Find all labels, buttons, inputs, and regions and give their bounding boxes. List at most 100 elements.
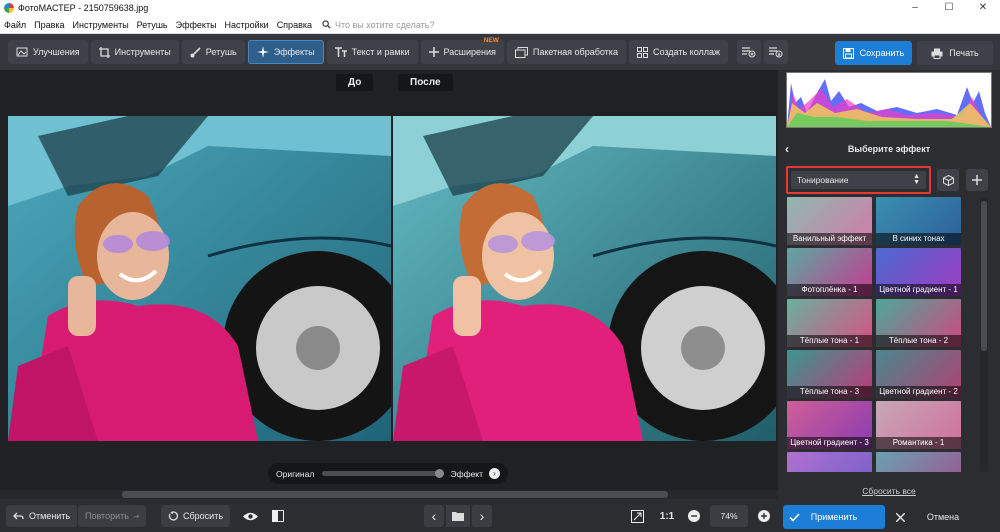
panel-title: Выберите эффект xyxy=(847,144,931,154)
tab-extensions[interactable]: NEW Расширения xyxy=(420,37,504,64)
before-photo xyxy=(8,116,391,441)
next-image-button[interactable]: › xyxy=(472,505,492,527)
effect-tile[interactable]: Ванильный эффект xyxy=(787,197,872,245)
bottom-bar: Отменить Повторить Сбросить ‹ › 1:1 74% xyxy=(0,500,778,532)
scrollbar-thumb[interactable] xyxy=(981,201,987,351)
effects-grid: Ванильный эффект В синих тонах Фотоплёнк… xyxy=(787,197,965,472)
fit-screen-button[interactable] xyxy=(627,505,647,527)
apply-label: Применить xyxy=(810,512,858,522)
undo-button[interactable]: Отменить xyxy=(6,505,78,527)
open-folder-button[interactable] xyxy=(446,505,470,527)
effect-label: Ванильный эффект xyxy=(787,233,872,245)
plus-icon xyxy=(428,47,439,57)
slider-right-label: Эффект xyxy=(450,468,483,479)
tab-collage[interactable]: Создать коллаж xyxy=(628,40,729,64)
tab-label: Эффекты xyxy=(273,47,315,57)
tab-enhancements[interactable]: Улучшения xyxy=(8,40,88,64)
tab-effects[interactable]: Эффекты xyxy=(247,40,324,64)
effect-tile[interactable]: Тёплые тона - 1 xyxy=(787,299,872,347)
menu-edit[interactable]: Правка xyxy=(34,20,64,30)
brush-icon xyxy=(190,46,201,57)
presets-add-button[interactable] xyxy=(737,40,762,64)
effect-label: Романтика - 1 xyxy=(876,437,961,449)
chevron-right-icon: › xyxy=(479,508,485,524)
text-icon xyxy=(334,47,347,57)
tab-retouch[interactable]: Ретушь xyxy=(181,40,245,64)
effect-label: Цветной градиент - 2 xyxy=(876,386,961,398)
zoom-out-button[interactable] xyxy=(686,505,702,527)
maximize-button[interactable]: ☐ xyxy=(932,0,966,16)
scrollbar-thumb[interactable] xyxy=(122,491,668,498)
redo-label: Повторить xyxy=(85,511,129,521)
prev-image-button[interactable]: ‹ xyxy=(424,505,444,527)
images-icon xyxy=(514,46,528,58)
menu-tools[interactable]: Инструменты xyxy=(73,20,129,30)
folder-icon xyxy=(452,512,464,521)
print-button[interactable]: Печать xyxy=(917,41,993,65)
window-title: ФотоМАСТЕР - 2150759638.jpg xyxy=(18,3,149,13)
effect-tile[interactable]: Цветной градиент - 2 xyxy=(876,350,961,398)
tab-tools[interactable]: Инструменты xyxy=(90,40,179,64)
slider-track[interactable] xyxy=(322,469,445,478)
menu-help[interactable]: Справка xyxy=(277,20,312,30)
presets-download-button[interactable] xyxy=(764,40,789,64)
redo-button[interactable]: Повторить xyxy=(78,505,146,527)
menu-settings[interactable]: Настройки xyxy=(225,20,269,30)
save-label: Сохранить xyxy=(859,48,905,58)
actual-size-button[interactable]: 1:1 xyxy=(655,505,679,527)
menu-effects[interactable]: Эффекты xyxy=(176,20,217,30)
horizontal-scrollbar[interactable] xyxy=(0,490,778,499)
sparkle-icon xyxy=(256,46,269,58)
tab-label: Текст и рамки xyxy=(351,47,410,57)
effect-3d-button[interactable] xyxy=(937,169,959,191)
reset-all-link[interactable]: Сбросить все xyxy=(786,486,992,496)
effect-tile[interactable]: Фотоплёнка - 1 xyxy=(787,248,872,296)
tab-label: Расширения xyxy=(443,47,496,57)
compare-split-button[interactable] xyxy=(270,505,286,527)
effect-tile[interactable]: Цветной градиент - 1 xyxy=(876,248,961,296)
panel-header: ‹ Выберите эффект xyxy=(785,140,993,158)
preview-eye-button[interactable] xyxy=(240,505,260,527)
effect-tile[interactable]: Тёплые тона - 3 xyxy=(787,350,872,398)
reset-button[interactable]: Сбросить xyxy=(161,505,231,527)
after-label: После xyxy=(398,74,453,91)
effect-label: Цветной градиент - 3 xyxy=(787,437,872,449)
command-search[interactable]: Что вы хотите сделать? xyxy=(322,20,435,30)
minimize-button[interactable]: – xyxy=(898,0,932,16)
effect-tile[interactable]: Тёплые тона - 2 xyxy=(876,299,961,347)
effect-tile[interactable]: Цветной градиент - 3 xyxy=(787,401,872,449)
tab-batch[interactable]: Пакетная обработка xyxy=(506,40,626,64)
dropdown-value: Тонирование xyxy=(797,175,849,185)
menu-retouch[interactable]: Ретушь xyxy=(137,20,168,30)
zoom-level[interactable]: 74% xyxy=(710,505,748,527)
histogram xyxy=(786,72,992,128)
eye-icon xyxy=(242,512,258,520)
tab-label: Пакетная обработка xyxy=(532,47,618,57)
back-arrow-icon[interactable]: ‹ xyxy=(785,142,799,156)
split-view-icon xyxy=(272,510,284,522)
dropdown-box[interactable]: Тонирование ▲ ▼ xyxy=(791,171,926,189)
effect-tile[interactable] xyxy=(787,452,872,472)
slider-handle[interactable] xyxy=(435,469,445,478)
effects-scrollbar[interactable] xyxy=(980,197,988,472)
window-controls: – ☐ ✕ xyxy=(898,0,1000,16)
before-label: До xyxy=(336,74,374,91)
menu-file[interactable]: Файл xyxy=(4,20,26,30)
tab-text-frames[interactable]: Текст и рамки xyxy=(326,40,418,64)
chevron-right-icon[interactable]: › xyxy=(489,468,500,479)
cancel-button[interactable]: Отмена xyxy=(892,505,994,529)
apply-button[interactable]: Применить xyxy=(783,505,885,529)
save-button[interactable]: Сохранить xyxy=(835,41,912,65)
effect-tile[interactable]: Романтика - 1 xyxy=(876,401,961,449)
search-placeholder: Что вы хотите сделать? xyxy=(335,19,435,30)
effect-tile[interactable]: В синих тонах xyxy=(876,197,961,245)
zoom-in-button[interactable] xyxy=(756,505,772,527)
tab-label: Улучшения xyxy=(33,47,80,57)
effect-tile[interactable] xyxy=(876,452,961,472)
effect-category-dropdown[interactable]: Тонирование ▲ ▼ xyxy=(786,166,931,194)
enhance-icon xyxy=(16,47,28,57)
effect-strength-slider[interactable]: Оригинал Эффект › xyxy=(268,463,508,484)
close-window-button[interactable]: ✕ xyxy=(966,0,1000,16)
add-effect-button[interactable] xyxy=(966,169,988,191)
title-bar: ФотоМАСТЕР - 2150759638.jpg – ☐ ✕ xyxy=(0,0,1000,16)
